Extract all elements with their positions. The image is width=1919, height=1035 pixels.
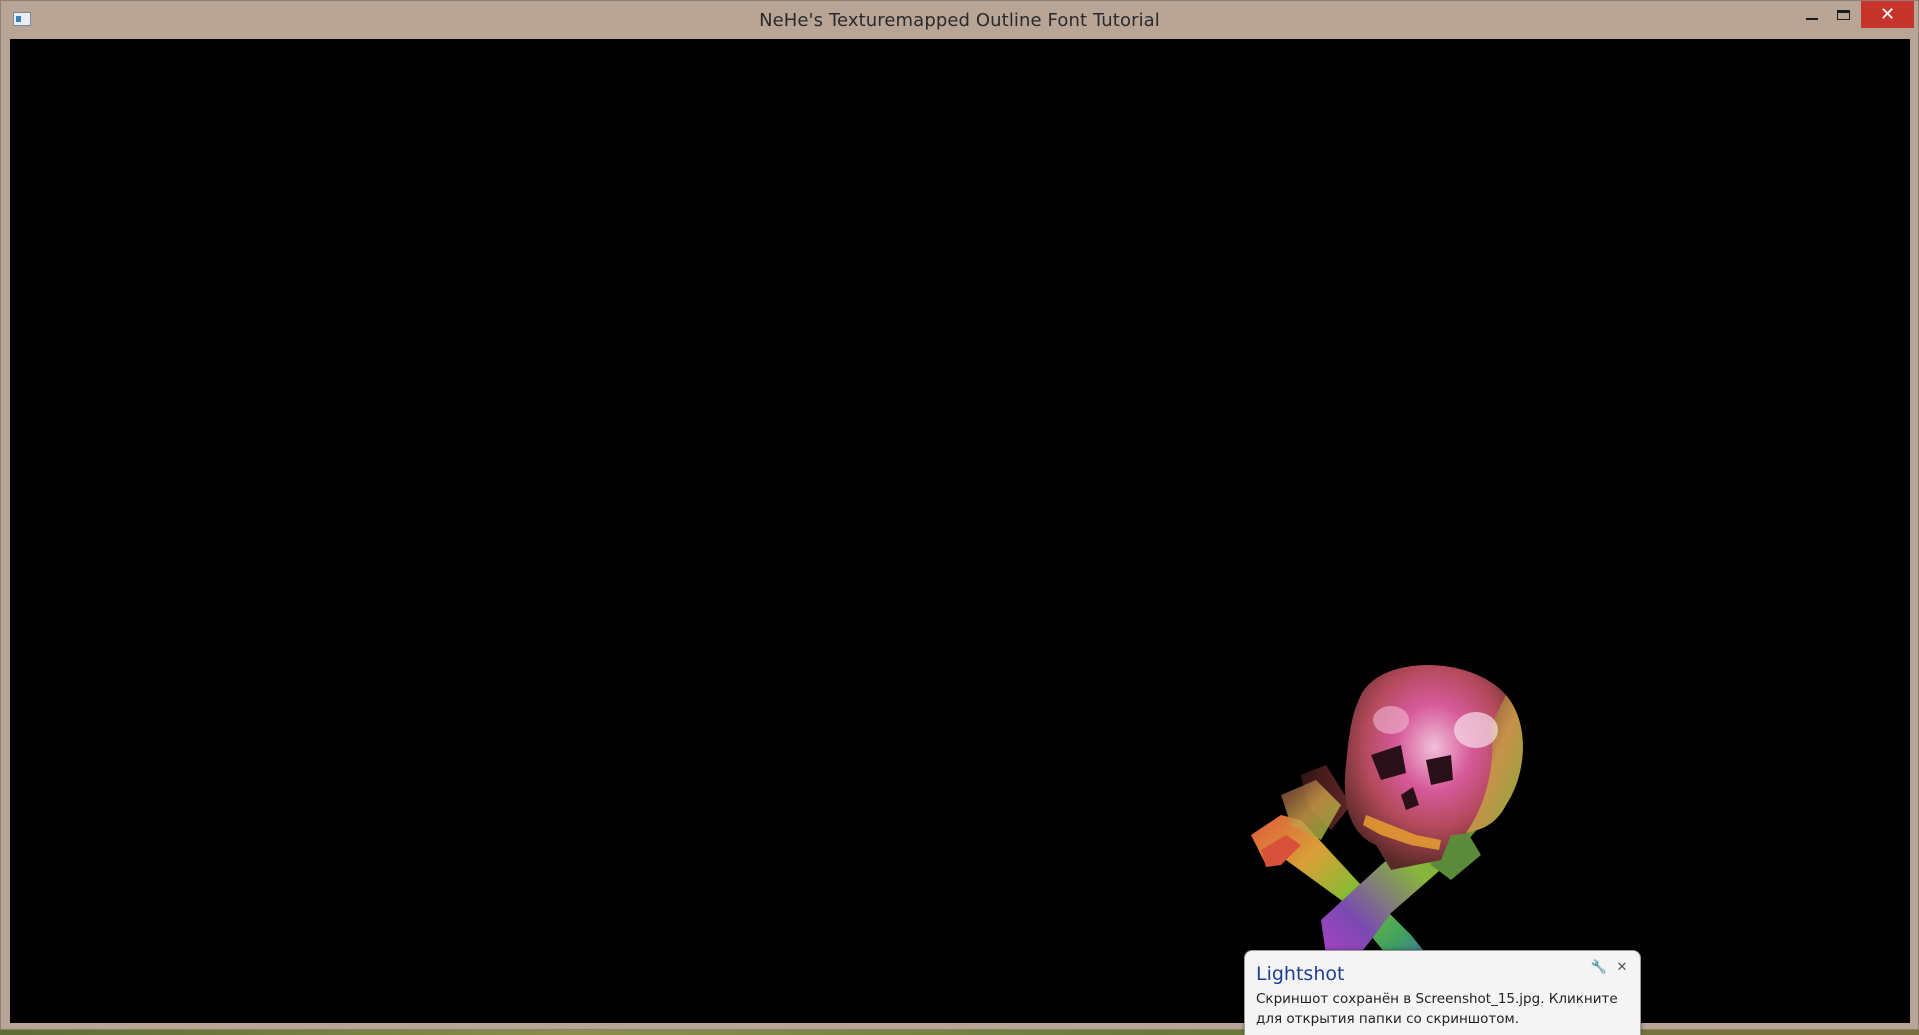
- notification-title: Lightshot: [1256, 963, 1345, 985]
- notification-message[interactable]: Скриншот сохранён в Screenshot_15.jpg. К…: [1256, 989, 1636, 1029]
- window-title: NeHe's Texturemapped Outline Font Tutori…: [759, 10, 1160, 31]
- maximize-button[interactable]: [1827, 1, 1859, 28]
- lightshot-notification[interactable]: Lightshot 🔧 ✕ Скриншот сохранён в Screen…: [1244, 950, 1641, 1035]
- minimize-icon: [1806, 17, 1818, 20]
- close-button[interactable]: ✕: [1861, 1, 1914, 28]
- maximize-icon: [1836, 9, 1850, 20]
- app-window: NeHe's Texturemapped Outline Font Tutori…: [0, 0, 1919, 1030]
- minimize-button[interactable]: [1797, 1, 1827, 28]
- wrench-icon[interactable]: 🔧: [1591, 959, 1607, 975]
- opengl-viewport[interactable]: [10, 39, 1910, 1023]
- skull-crossbones-3d-object: [1251, 665, 1523, 985]
- notification-close-icon[interactable]: ✕: [1614, 959, 1630, 975]
- title-bar[interactable]: NeHe's Texturemapped Outline Font Tutori…: [1, 1, 1918, 39]
- close-icon: ✕: [1879, 3, 1896, 25]
